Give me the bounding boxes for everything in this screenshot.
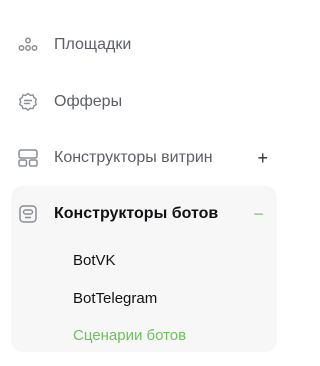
- menu-item-placements[interactable]: Площадки: [10, 32, 278, 58]
- offer-badge-icon: [17, 91, 39, 113]
- menu-item-label: Конструкторы витрин: [54, 149, 213, 166]
- menu-item-offers[interactable]: Офферы: [10, 89, 278, 115]
- submenu-item-bot-scenarios[interactable]: Сценарии ботов: [73, 327, 186, 344]
- menu-item-bot-builders[interactable]: Конструкторы ботов −: [10, 201, 278, 227]
- menu-item-label: Конструкторы ботов: [54, 205, 219, 222]
- submenu-item-bottelegram[interactable]: BotTelegram: [73, 290, 157, 307]
- collapse-minus-icon[interactable]: −: [253, 205, 264, 223]
- menu-item-label: Площадки: [54, 36, 132, 53]
- bot-icon: [17, 203, 39, 225]
- menu-group-bot-builders: Конструкторы ботов − BotVK BotTelegram С…: [11, 186, 277, 352]
- menu-item-label: Офферы: [54, 93, 123, 110]
- showcase-layout-icon: [17, 147, 39, 169]
- expand-plus-icon[interactable]: +: [257, 149, 268, 167]
- submenu-item-botvk[interactable]: BotVK: [73, 252, 116, 269]
- dots-pyramid-icon: [17, 34, 39, 56]
- menu-item-showcase-builders[interactable]: Конструкторы витрин +: [10, 145, 278, 171]
- sidebar-menu: Площадки Офферы Конструкторы витрин + Ко…: [0, 0, 290, 366]
